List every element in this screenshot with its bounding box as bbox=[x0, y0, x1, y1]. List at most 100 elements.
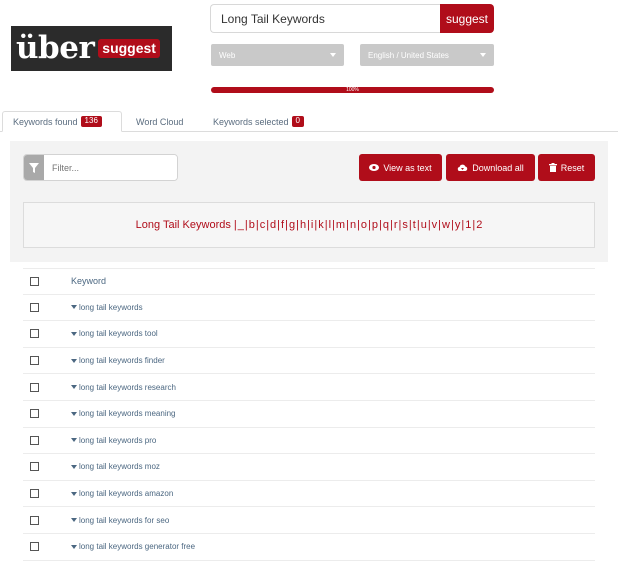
letter-link[interactable]: s bbox=[402, 219, 408, 231]
letter-link[interactable]: o bbox=[361, 219, 367, 231]
keyword-text: long tail keywords amazon bbox=[79, 489, 174, 499]
table-row: long tail keywords moz bbox=[23, 454, 595, 481]
row-checkbox[interactable] bbox=[30, 462, 39, 472]
letter-separator: | bbox=[472, 219, 476, 231]
letter-link[interactable]: k bbox=[318, 219, 324, 231]
letter-link[interactable]: r bbox=[394, 219, 398, 231]
row-checkbox[interactable] bbox=[30, 489, 39, 499]
letter-link[interactable]: f bbox=[281, 219, 284, 231]
letter-separator: | bbox=[255, 219, 259, 231]
tab-label: Word Cloud bbox=[136, 116, 184, 127]
keyword-link[interactable]: long tail keywords moz bbox=[71, 462, 160, 471]
letter-link[interactable]: c bbox=[260, 219, 266, 231]
row-checkbox[interactable] bbox=[30, 409, 39, 419]
letter-link[interactable]: y bbox=[455, 219, 461, 231]
caret-down-icon bbox=[71, 438, 77, 443]
language-select[interactable]: English / United States bbox=[360, 44, 494, 66]
caret-down-icon bbox=[71, 464, 77, 469]
letter-separator: | bbox=[266, 219, 270, 231]
letter-link[interactable]: h bbox=[300, 219, 306, 231]
letter-link[interactable]: m bbox=[336, 219, 345, 231]
row-checkbox[interactable] bbox=[30, 329, 39, 339]
letter-link[interactable]: p bbox=[372, 219, 378, 231]
keywords-count-badge: 136 bbox=[80, 116, 102, 127]
letter-separator: | bbox=[346, 219, 349, 231]
letter-link[interactable]: g bbox=[289, 219, 295, 231]
letter-link[interactable]: n bbox=[350, 219, 356, 231]
row-checkbox[interactable] bbox=[30, 302, 39, 312]
filter-box bbox=[23, 154, 178, 181]
letter-link[interactable]: l bbox=[329, 219, 331, 231]
select-all-checkbox[interactable] bbox=[30, 276, 39, 286]
keyword-link[interactable]: long tail keywords finder bbox=[71, 356, 165, 365]
keyword-text: long tail keywords meaning bbox=[79, 409, 176, 419]
keyword-text: long tail keywords tool bbox=[79, 329, 158, 339]
letter-link[interactable]: t bbox=[413, 219, 416, 231]
caret-down-icon bbox=[71, 411, 77, 416]
keyword-link[interactable]: long tail keywords pro bbox=[71, 436, 156, 445]
keyword-text: long tail keywords finder bbox=[79, 356, 165, 366]
tab-word-cloud[interactable]: Word Cloud bbox=[126, 111, 193, 132]
keyword-column-header: Keyword bbox=[71, 276, 107, 287]
letter-link[interactable]: u bbox=[421, 219, 427, 231]
table-row: long tail keywords pro bbox=[23, 428, 595, 455]
source-select-value: Web bbox=[219, 50, 236, 60]
letter-filter-main[interactable]: Long Tail Keywords bbox=[136, 219, 231, 231]
keyword-link[interactable]: long tail keywords meaning bbox=[71, 409, 176, 418]
keyword-text: long tail keywords research bbox=[79, 382, 176, 392]
letter-link[interactable]: v bbox=[432, 219, 438, 231]
keyword-link[interactable]: long tail keywords amazon bbox=[71, 489, 173, 498]
keyword-text: long tail keywords pro bbox=[79, 435, 157, 445]
view-as-text-button[interactable]: View as text bbox=[359, 154, 442, 181]
table-row: long tail keywords bbox=[23, 295, 595, 322]
keywords-table: Keyword long tail keywords long tail keyw… bbox=[23, 268, 595, 561]
suggest-button[interactable]: suggest bbox=[440, 4, 494, 33]
caret-down-icon bbox=[71, 331, 77, 336]
keyword-link[interactable]: long tail keywords for seo bbox=[71, 516, 169, 525]
uber-suggest-logo[interactable]: über suggest bbox=[11, 26, 172, 71]
letter-link[interactable]: 2 bbox=[476, 219, 482, 231]
row-checkbox[interactable] bbox=[30, 435, 39, 445]
letter-separator: | bbox=[368, 219, 371, 231]
source-select[interactable]: Web bbox=[211, 44, 344, 66]
logo-brand: über bbox=[16, 30, 95, 66]
letter-separator: | bbox=[233, 219, 237, 231]
chevron-down-icon bbox=[480, 53, 486, 57]
button-label: Reset bbox=[560, 162, 585, 173]
keyword-link[interactable]: long tail keywords bbox=[71, 303, 143, 312]
tab-keywords-selected[interactable]: Keywords selected 0 bbox=[203, 111, 314, 132]
letter-link[interactable]: i bbox=[311, 219, 313, 231]
button-label: View as text bbox=[383, 162, 432, 173]
row-checkbox[interactable] bbox=[30, 382, 39, 392]
letter-separator: | bbox=[307, 219, 310, 231]
tab-label: Keywords selected bbox=[213, 116, 289, 127]
keyword-text: long tail keywords moz bbox=[79, 462, 160, 472]
trash-icon bbox=[548, 163, 557, 172]
letter-link[interactable]: d bbox=[270, 219, 276, 231]
letter-link[interactable]: b bbox=[249, 219, 255, 231]
table-row: long tail keywords for seo bbox=[23, 507, 595, 534]
letter-link[interactable]: _ bbox=[238, 219, 244, 231]
keyword-link[interactable]: long tail keywords research bbox=[71, 383, 176, 392]
caret-down-icon bbox=[71, 544, 77, 549]
table-row: long tail keywords meaning bbox=[23, 401, 595, 428]
letter-separator: | bbox=[390, 219, 393, 231]
row-checkbox[interactable] bbox=[30, 542, 39, 552]
keyword-link[interactable]: long tail keywords generator free bbox=[71, 542, 195, 551]
keyword-link[interactable]: long tail keywords tool bbox=[71, 329, 158, 338]
letter-link[interactable]: 1 bbox=[465, 219, 471, 231]
filter-input[interactable] bbox=[44, 155, 177, 180]
row-checkbox[interactable] bbox=[30, 515, 39, 525]
letter-separator: | bbox=[408, 219, 412, 231]
download-all-button[interactable]: Download all bbox=[446, 154, 535, 181]
filter-icon bbox=[24, 155, 44, 180]
letter-separator: | bbox=[427, 219, 431, 231]
letter-link[interactable]: q bbox=[383, 219, 389, 231]
search-input[interactable] bbox=[210, 4, 440, 33]
letter-separator: | bbox=[244, 219, 248, 231]
tab-keywords-found[interactable]: Keywords found 136 bbox=[2, 111, 122, 132]
reset-button[interactable]: Reset bbox=[538, 154, 595, 181]
cloud-download-icon bbox=[458, 164, 468, 171]
row-checkbox[interactable] bbox=[30, 356, 39, 366]
letter-link[interactable]: w bbox=[442, 219, 450, 231]
